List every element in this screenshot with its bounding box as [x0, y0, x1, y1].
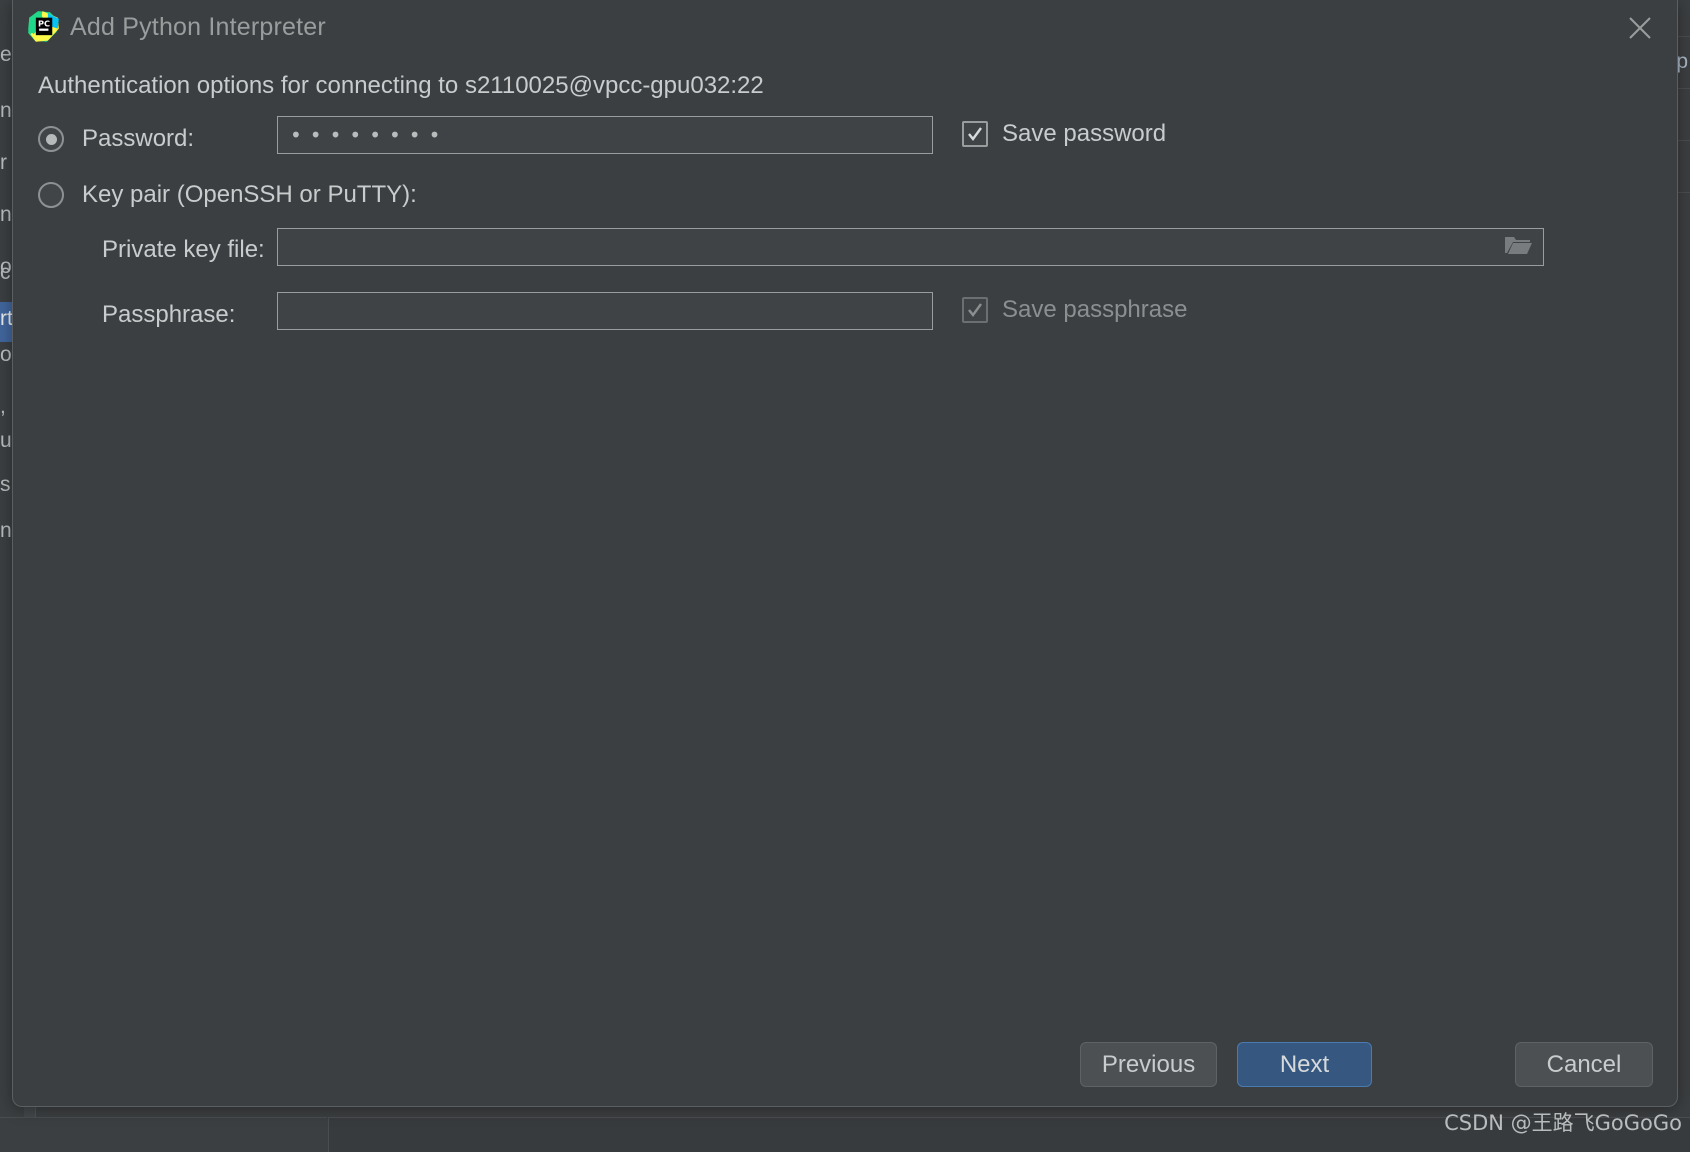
- password-radio-button[interactable]: [38, 126, 64, 152]
- save-passphrase-checkbox-row: Save passphrase: [962, 296, 1187, 324]
- folder-icon[interactable]: [1503, 233, 1533, 262]
- background-status-segment: [0, 1117, 327, 1152]
- dialog-title: Add Python Interpreter: [70, 13, 326, 41]
- next-button[interactable]: Next: [1237, 1042, 1372, 1087]
- keypair-radio-button[interactable]: [38, 182, 64, 208]
- check-icon: [968, 127, 982, 141]
- dialog-footer: Previous Next Cancel: [13, 1042, 1677, 1102]
- previous-button[interactable]: Previous: [1080, 1042, 1217, 1087]
- password-radio-option[interactable]: Password:: [38, 125, 194, 153]
- save-password-checkbox-row[interactable]: Save password: [962, 120, 1166, 148]
- password-masked-value: ••••••••: [290, 123, 449, 147]
- private-key-file-input[interactable]: [277, 228, 1544, 266]
- radio-selected-dot: [45, 133, 57, 145]
- keypair-label: Key pair (OpenSSH or PuTTY):: [82, 181, 417, 208]
- add-python-interpreter-dialog: PC Add Python Interpreter Authentication…: [12, 0, 1678, 1107]
- check-icon: [968, 303, 982, 317]
- svg-text:PC: PC: [38, 18, 50, 28]
- passphrase-input[interactable]: [277, 292, 933, 330]
- save-password-checkbox[interactable]: [962, 121, 988, 147]
- pycharm-icon: PC: [26, 10, 61, 45]
- password-input[interactable]: ••••••••: [277, 116, 933, 154]
- save-password-label: Save password: [1002, 120, 1167, 147]
- background-status-bar: [0, 1117, 1690, 1152]
- passphrase-label: Passphrase:: [102, 301, 236, 328]
- keypair-radio-option[interactable]: Key pair (OpenSSH or PuTTY):: [38, 181, 417, 209]
- private-key-file-label: Private key file:: [102, 236, 265, 263]
- save-passphrase-checkbox: [962, 297, 988, 323]
- watermark: CSDN @王路飞GoGoGo: [1444, 1111, 1682, 1135]
- password-label: Password:: [82, 125, 195, 152]
- save-passphrase-label: Save passphrase: [1002, 296, 1188, 323]
- dialog-titlebar: PC Add Python Interpreter: [13, 0, 1677, 56]
- dialog-subtitle: Authentication options for connecting to…: [38, 72, 764, 99]
- cancel-button[interactable]: Cancel: [1515, 1042, 1653, 1087]
- close-icon[interactable]: [1613, 6, 1667, 50]
